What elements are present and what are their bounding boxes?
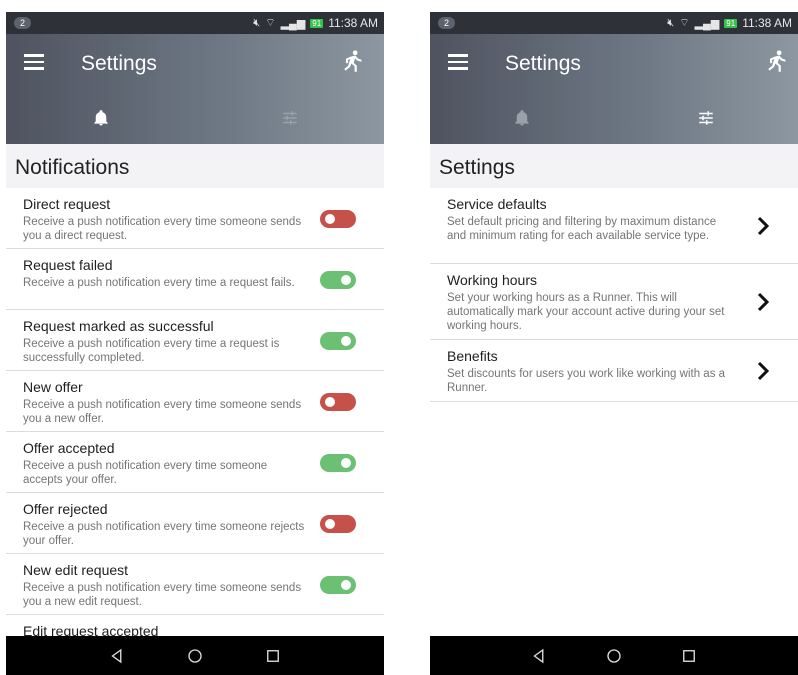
list-item: Direct request Receive a push notificatio… <box>6 188 384 249</box>
system-nav-bar <box>6 636 384 675</box>
status-icons: 🔇︎ ⌔ ▂▄▆ 91 11:38 AM <box>253 16 378 30</box>
wifi-icon: ⌔ <box>265 17 276 29</box>
status-time: 11:38 AM <box>328 16 378 30</box>
status-bar: 2 🔇︎ ⌔ ▂▄▆ 91 11:38 AM <box>6 12 384 34</box>
page-title: Settings <box>81 52 157 75</box>
row-description: Receive a push notification every time s… <box>23 582 302 608</box>
sliders-icon <box>282 111 297 125</box>
tab-notifications[interactable] <box>430 92 614 144</box>
section-title: Settings <box>430 144 798 188</box>
list-item: Offer accepted Receive a push notificatio… <box>6 432 384 493</box>
row-description: Receive a push notification every time a… <box>23 277 295 289</box>
settings-item-working-hours[interactable]: Working hours Set your working hours as … <box>430 264 798 340</box>
chevron-right-icon <box>757 292 770 311</box>
row-description: Receive a push notification every time s… <box>23 216 302 242</box>
tab-bar <box>430 92 798 144</box>
status-icons: 🔇︎ ⌔ ▂▄▆ 91 11:38 AM <box>667 16 792 30</box>
wifi-icon: ⌔ <box>679 17 690 29</box>
status-bar: 2 🔇︎ ⌔ ▂▄▆ 91 11:38 AM <box>430 12 798 34</box>
notification-toggle[interactable] <box>320 454 356 472</box>
hamburger-icon[interactable] <box>448 54 468 70</box>
bell-icon <box>93 110 108 126</box>
signal-icon: ▂▄▆ <box>694 17 720 30</box>
square-recent-icon <box>682 649 695 662</box>
mute-icon: 🔇︎ <box>253 16 261 29</box>
row-title: Benefits <box>447 348 498 364</box>
list-item: Request failed Receive a push notificatio… <box>6 249 384 310</box>
notification-count-badge: 2 <box>14 17 32 29</box>
notification-toggle[interactable] <box>320 515 356 533</box>
list-item: New edit request Receive a push notificat… <box>6 554 384 615</box>
mute-icon: 🔇︎ <box>667 16 675 29</box>
tab-notifications[interactable] <box>6 92 195 144</box>
settings-item-benefits[interactable]: Benefits Set discounts for users you wor… <box>430 340 798 402</box>
row-description: Set discounts for users you work like wo… <box>447 368 726 394</box>
chevron-right-icon <box>757 361 770 380</box>
bell-icon <box>515 110 529 126</box>
hamburger-icon[interactable] <box>24 54 44 70</box>
running-person-icon[interactable] <box>764 48 790 76</box>
chevron-right-icon <box>757 216 770 235</box>
notification-toggle[interactable] <box>320 576 356 594</box>
battery-icon: 91 <box>310 18 324 28</box>
page-title: Settings <box>505 52 581 75</box>
back-button[interactable] <box>107 646 127 666</box>
notification-toggle[interactable] <box>320 271 356 289</box>
phone-settings-screen: 2 🔇︎ ⌔ ▂▄▆ 91 11:38 AM Settings Settings… <box>430 12 798 675</box>
app-bar: Settings <box>430 34 798 144</box>
row-description: Set your working hours as a Runner. This… <box>447 292 725 332</box>
list-item: Offer rejected Receive a push notificatio… <box>6 493 384 554</box>
recent-apps-button[interactable] <box>679 646 699 666</box>
phone-notifications-screen: 2 🔇︎ ⌔ ▂▄▆ 91 11:38 AM Settings Notifica… <box>6 12 384 675</box>
section-title: Notifications <box>6 144 384 188</box>
notification-count-badge: 2 <box>438 17 456 29</box>
square-recent-icon <box>267 649 279 662</box>
triangle-back-icon <box>111 648 122 663</box>
back-button[interactable] <box>529 646 549 666</box>
battery-icon: 91 <box>724 18 738 28</box>
row-description: Receive a push notification every time s… <box>23 399 302 425</box>
notifications-list: Direct request Receive a push notificatio… <box>6 188 384 675</box>
notification-toggle[interactable] <box>320 210 356 228</box>
screenshot-canvas: 2 🔇︎ ⌔ ▂▄▆ 91 11:38 AM Settings Notifica… <box>0 0 798 675</box>
running-person-icon[interactable] <box>340 48 366 76</box>
triangle-back-icon <box>533 648 544 663</box>
list-item: Request marked as successful Receive a pu… <box>6 310 384 371</box>
circle-home-icon <box>607 648 621 663</box>
system-nav-bar <box>430 636 798 675</box>
notification-toggle[interactable] <box>320 393 356 411</box>
signal-icon: ▂▄▆ <box>280 17 306 30</box>
tab-settings[interactable] <box>614 92 798 144</box>
circle-home-icon <box>188 648 202 663</box>
row-description: Receive a push notification every time s… <box>23 521 305 547</box>
sliders-icon <box>699 111 713 125</box>
notification-toggle[interactable] <box>320 332 356 350</box>
row-title: Working hours <box>447 272 538 288</box>
row-description: Receive a push notification every time s… <box>23 460 268 486</box>
settings-list: Service defaults Set default pricing and… <box>430 188 798 402</box>
app-bar: Settings <box>6 34 384 144</box>
row-description: Receive a push notification every time a… <box>23 338 280 364</box>
list-item: New offer Receive a push notification eve… <box>6 371 384 432</box>
status-time: 11:38 AM <box>742 16 792 30</box>
row-title: Service defaults <box>447 196 547 212</box>
tab-bar <box>6 92 384 144</box>
home-button[interactable] <box>604 646 624 666</box>
recent-apps-button[interactable] <box>263 646 283 666</box>
row-description: Set default pricing and filtering by max… <box>447 216 717 242</box>
tab-settings[interactable] <box>195 92 384 144</box>
settings-item-service-defaults[interactable]: Service defaults Set default pricing and… <box>430 188 798 264</box>
home-button[interactable] <box>185 646 205 666</box>
